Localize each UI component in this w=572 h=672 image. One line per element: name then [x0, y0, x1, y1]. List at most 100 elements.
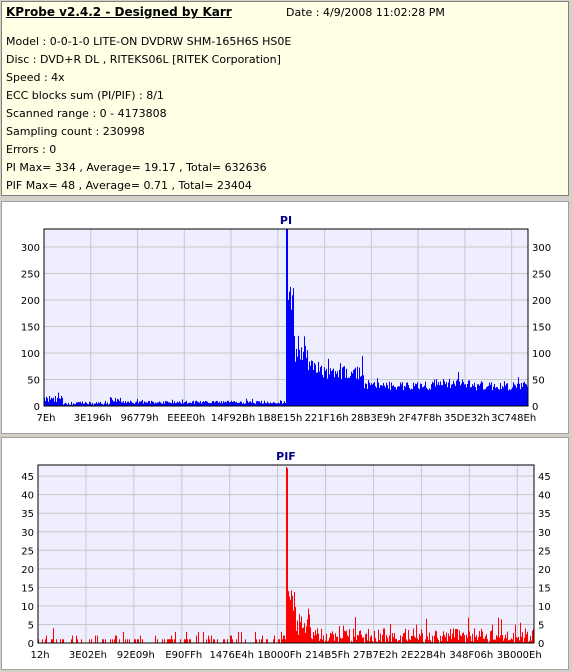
data-bar [482, 631, 483, 643]
data-bar [174, 401, 175, 406]
y-tick-label-left: 0 [28, 639, 34, 650]
data-bar [118, 399, 119, 406]
data-bar [304, 623, 305, 643]
data-bar [457, 379, 458, 406]
data-bar [223, 401, 224, 406]
y-tick-label-right: 25 [538, 546, 551, 557]
data-bar [138, 639, 139, 643]
data-bar [491, 630, 492, 643]
data-bar [519, 383, 520, 406]
data-bar [168, 402, 169, 406]
data-bar [115, 635, 116, 643]
y-tick-label-right: 15 [538, 583, 551, 594]
data-bar [483, 638, 484, 643]
data-bar [392, 386, 393, 406]
data-bar [155, 635, 156, 643]
data-bar [417, 382, 418, 406]
data-bar [49, 395, 50, 406]
data-bar [390, 389, 391, 406]
y-tick-label-right: 100 [532, 349, 551, 360]
data-bar [256, 401, 257, 406]
y-tick-label-left: 35 [21, 509, 34, 520]
data-bar [372, 384, 373, 406]
data-bar [502, 386, 503, 406]
data-bar [413, 382, 414, 406]
data-bar [292, 595, 293, 643]
data-bar [421, 629, 422, 643]
info-disc: Disc : DVD+R DL , RITEKS06L [RITEK Corpo… [6, 53, 281, 66]
data-bar [513, 632, 514, 643]
data-bar [497, 387, 498, 406]
data-bar [299, 614, 300, 643]
data-bar [521, 636, 522, 643]
data-bar [466, 634, 467, 643]
data-bar [134, 639, 135, 643]
data-bar [342, 638, 343, 643]
data-bar [331, 633, 332, 643]
data-bar [288, 591, 289, 643]
data-bar [366, 383, 367, 406]
data-bar [308, 370, 309, 406]
data-bar [387, 385, 388, 406]
x-tick-label: 92E09h [117, 650, 155, 661]
data-bar [339, 369, 340, 406]
data-bar [384, 628, 385, 643]
app-title: KProbe v2.4.2 - Designed by Karr [6, 5, 232, 19]
data-bar [283, 635, 284, 643]
data-bar [77, 639, 78, 643]
data-bar [166, 401, 167, 406]
data-bar [303, 351, 304, 406]
data-bar [382, 634, 383, 643]
data-bar [144, 401, 145, 406]
data-bar [255, 631, 256, 643]
data-bar [414, 636, 415, 643]
data-bar [383, 382, 384, 406]
data-bar [440, 635, 441, 643]
data-bar [216, 400, 217, 406]
data-bar [62, 639, 63, 643]
data-bar [363, 384, 364, 406]
data-bar [163, 401, 164, 406]
data-bar [157, 639, 158, 643]
data-bar [457, 629, 458, 643]
data-bar [460, 635, 461, 643]
pi-chart: PI 0 0 50 50 100 100 150 150 200 200 250 250 300 300 7E… [21, 214, 551, 424]
data-bar [316, 634, 317, 643]
data-bar [355, 617, 356, 643]
data-bar [286, 229, 287, 406]
data-bar [378, 629, 379, 643]
data-bar [329, 374, 330, 406]
data-bar [141, 401, 142, 406]
data-bar [153, 401, 154, 406]
data-bar [331, 371, 332, 406]
data-bar [340, 637, 341, 643]
data-bar [494, 639, 495, 643]
data-bar [334, 377, 335, 406]
data-bar [79, 402, 80, 406]
data-bar [340, 363, 341, 406]
data-bar [433, 382, 434, 406]
data-bar [475, 387, 476, 406]
data-bar [59, 398, 60, 406]
data-bar [463, 382, 464, 406]
data-bar [452, 633, 453, 643]
data-bar [343, 625, 344, 643]
data-bar [137, 639, 138, 643]
data-bar [61, 395, 62, 406]
pif-chart-panel: PIF 0 0 5 5 10 10 15 15 20 20 25 25 30 30 35 35 40 40 45 45 1… [1, 437, 569, 670]
data-bar [77, 402, 78, 406]
data-bar [238, 631, 239, 643]
x-tick-label: 3B000Eh [497, 650, 542, 661]
data-bar [375, 386, 376, 406]
info-model: Model : 0-0-1-0 LITE-ON DVDRW SHM-165H6S… [6, 35, 292, 48]
data-bar [338, 377, 339, 406]
data-bar [344, 366, 345, 406]
data-bar [321, 365, 322, 406]
data-bar [464, 635, 465, 643]
data-bar [204, 402, 205, 406]
data-bar [157, 402, 158, 406]
data-bar [524, 381, 525, 406]
data-bar [311, 638, 312, 643]
data-bar [469, 390, 470, 406]
data-bar [53, 628, 54, 643]
